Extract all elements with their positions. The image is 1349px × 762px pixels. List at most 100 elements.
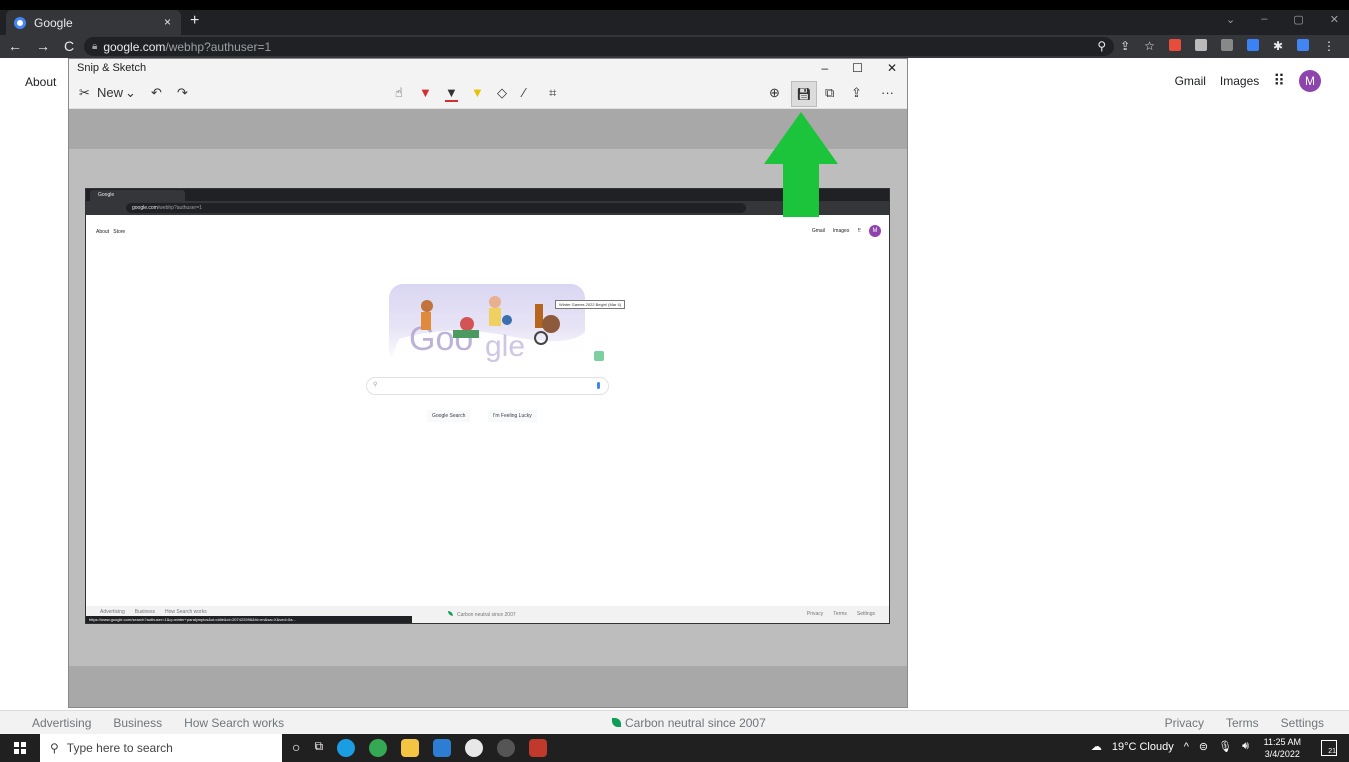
app-icon[interactable]: [465, 739, 484, 757]
search-icon: ⚲: [50, 741, 59, 755]
cortana-icon[interactable]: ○: [292, 739, 300, 757]
inner-feeling-lucky-button: I'm Feeling Lucky: [488, 410, 537, 422]
inner-store-link: Store: [113, 229, 126, 235]
extension-icon[interactable]: [1220, 39, 1233, 51]
touch-writing-icon[interactable]: ☝︎: [395, 85, 403, 101]
advertising-link[interactable]: Advertising: [32, 716, 91, 730]
apps-grid-icon[interactable]: ⠿: [1273, 71, 1285, 91]
menu-icon[interactable]: ⋮: [1323, 39, 1335, 53]
taskbar-search-box[interactable]: ⚲ Type here to search: [40, 734, 282, 762]
minimize-button[interactable]: –: [821, 61, 828, 75]
chrome-icon[interactable]: [369, 739, 388, 757]
new-tab-button[interactable]: +: [190, 12, 199, 30]
reload-icon[interactable]: C: [64, 38, 74, 54]
google-doodle: Goo gle: [389, 284, 585, 364]
new-button[interactable]: New: [97, 85, 123, 100]
taskbar-search-placeholder: Type here to search: [66, 741, 173, 755]
file-explorer-icon[interactable]: [401, 739, 420, 757]
store-icon[interactable]: [433, 739, 452, 757]
inner-settings-link: Settings: [856, 611, 875, 617]
back-icon[interactable]: ←: [8, 38, 22, 54]
inner-avatar: M: [869, 225, 881, 237]
terms-link[interactable]: Terms: [1226, 716, 1259, 730]
new-snip-icon[interactable]: ✂︎: [79, 85, 90, 101]
how-search-works-link[interactable]: How Search works: [184, 716, 284, 730]
pencil-icon[interactable]: ▼: [445, 85, 458, 102]
notification-count: 21: [1328, 748, 1336, 755]
business-link[interactable]: Business: [113, 716, 162, 730]
volume-icon[interactable]: 🔊︎: [1242, 740, 1249, 753]
chevron-up-icon[interactable]: ^: [1184, 741, 1189, 753]
tab-title: Google: [34, 15, 73, 30]
ballpoint-pen-icon[interactable]: ▼: [419, 85, 432, 100]
settings-link[interactable]: Settings: [1281, 716, 1324, 730]
green-arrow-annotation: [764, 112, 838, 217]
close-icon[interactable]: ✕: [1330, 13, 1339, 26]
network-icon[interactable]: ⊜: [1199, 740, 1208, 753]
close-button[interactable]: ✕: [887, 61, 897, 75]
browser-tab[interactable]: Google ×: [6, 10, 181, 35]
inner-privacy-link: Privacy: [806, 611, 824, 617]
edge-icon[interactable]: [337, 739, 356, 757]
notifications-icon[interactable]: 21: [1321, 740, 1337, 756]
tab-search-icon[interactable]: ⌄: [1226, 13, 1235, 26]
task-view-icon[interactable]: ⧉: [314, 739, 323, 757]
time-text: 11:25 AM: [1263, 737, 1301, 747]
inner-url-domain: google.com: [132, 205, 158, 211]
undo-icon[interactable]: ↶: [151, 85, 162, 101]
puzzle-icon[interactable]: ✱: [1273, 39, 1283, 53]
maximize-button[interactable]: ☐: [852, 61, 863, 75]
images-link[interactable]: Images: [1220, 74, 1259, 88]
save-button[interactable]: 💾︎: [791, 81, 817, 107]
crop-icon[interactable]: ⌗: [549, 85, 556, 101]
taskbar-clock[interactable]: 11:25 AM 3/4/2022: [1264, 736, 1301, 760]
gmail-link[interactable]: Gmail: [1175, 74, 1206, 88]
extension-icon[interactable]: [1194, 39, 1207, 51]
inner-about-link: About: [96, 229, 110, 235]
extensions-area: ⚲ ⇪ ☆ ✱ ⋮: [1097, 39, 1335, 53]
inner-terms-link: Terms: [833, 611, 847, 617]
highlighter-icon[interactable]: ▼: [471, 85, 484, 100]
windows-start-icon[interactable]: [14, 742, 26, 754]
inner-google-search-button: Google Search: [427, 410, 471, 422]
inner-gmail-link: Gmail: [811, 228, 825, 234]
taskbar-app-icons: ○ ⧉: [292, 739, 548, 757]
privacy-link[interactable]: Privacy: [1165, 716, 1204, 730]
screen-top-strip: [0, 0, 1349, 10]
svg-text:gle: gle: [485, 330, 525, 363]
bookmark-star-icon[interactable]: ☆: [1144, 39, 1155, 53]
canvas-bottom-margin: [69, 666, 907, 707]
redo-icon[interactable]: ↷: [177, 85, 188, 101]
weather-text[interactable]: 19°C Cloudy: [1112, 741, 1174, 753]
inner-header-right: Gmail Images ⠿ M: [812, 225, 881, 237]
profile-icon[interactable]: [1297, 39, 1309, 51]
eraser-icon[interactable]: ◇: [497, 85, 507, 101]
minimize-icon[interactable]: –: [1261, 13, 1267, 26]
ruler-icon[interactable]: ⁄: [523, 85, 525, 100]
copy-icon[interactable]: ⧉: [825, 85, 834, 101]
snip-sketch-taskbar-icon[interactable]: [529, 739, 548, 757]
inner-about-links: About Store: [96, 229, 125, 235]
about-link[interactable]: About: [25, 75, 56, 89]
share-icon[interactable]: ⇪: [851, 85, 862, 101]
extension-icon[interactable]: [1246, 39, 1259, 51]
chevron-down-icon[interactable]: ⌄: [125, 85, 136, 101]
app-icon[interactable]: [497, 739, 516, 757]
avatar[interactable]: M: [1299, 70, 1321, 92]
more-options-button[interactable]: ···: [881, 85, 894, 100]
share-icon[interactable]: ⇪: [1120, 39, 1130, 53]
forward-icon[interactable]: →: [36, 38, 50, 54]
inner-status-url: https://www.google.com/search?authuser=1…: [86, 616, 412, 623]
microphone-icon[interactable]: 🎙︎: [1218, 740, 1232, 753]
zoom-icon[interactable]: ⊕: [769, 85, 780, 101]
extension-icon[interactable]: [1168, 39, 1181, 51]
doodle-share-icon: [594, 351, 604, 361]
captured-screenshot: Google google.com/webhp?authuser=1 About…: [85, 188, 890, 624]
address-bar[interactable]: 🔒︎ google.com /webhp?authuser=1: [84, 37, 1114, 56]
carbon-neutral-text[interactable]: Carbon neutral since 2007: [625, 716, 766, 730]
inner-address-bar: google.com/webhp?authuser=1: [126, 203, 746, 213]
snip-toolbar: ✂︎ New ⌄ ↶ ↷ ☝︎ ▼ ▼ ▼ ◇ ⁄ ⌗ ⊕ ⧉ ⇪ ···: [69, 79, 907, 109]
location-icon[interactable]: ⚲: [1097, 39, 1106, 53]
tab-close-icon[interactable]: ×: [164, 15, 171, 29]
restore-icon[interactable]: ▢: [1293, 13, 1303, 26]
